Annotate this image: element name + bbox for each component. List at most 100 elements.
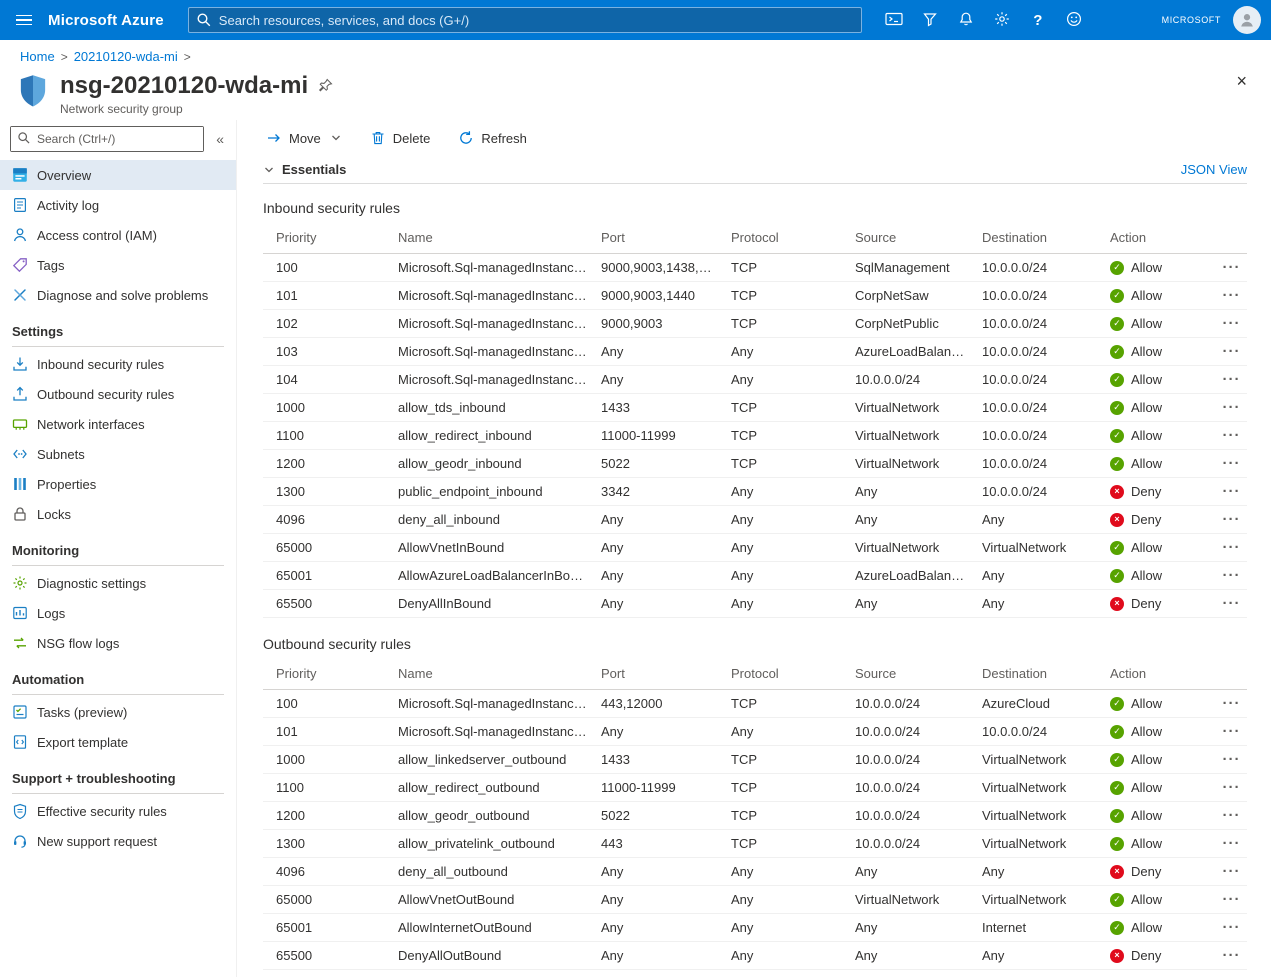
- cell-name[interactable]: deny_all_inbound: [385, 512, 588, 527]
- row-context-menu-button[interactable]: ···: [1217, 539, 1247, 556]
- outbound-rule-row[interactable]: 100 Microsoft.Sql-managedInstances_U... 44…: [263, 690, 1247, 718]
- azure-brand[interactable]: Microsoft Azure: [48, 12, 164, 29]
- outbound-rule-row[interactable]: 1100 allow_redirect_outbound 11000-11999 TC…: [263, 774, 1247, 802]
- sidebar-collapse-button[interactable]: «: [212, 131, 228, 147]
- sidebar-item-new-support-request[interactable]: New support request: [0, 826, 236, 856]
- row-context-menu-button[interactable]: ···: [1217, 511, 1247, 528]
- inbound-rule-row[interactable]: 65000 AllowVnetInBound Any Any VirtualNetwor…: [263, 534, 1247, 562]
- column-header-source[interactable]: Source: [842, 666, 969, 681]
- row-context-menu-button[interactable]: ···: [1217, 695, 1247, 712]
- outbound-rule-row[interactable]: 65500 DenyAllOutBound Any Any Any Any × Deny ···: [263, 942, 1247, 970]
- row-context-menu-button[interactable]: ···: [1217, 863, 1247, 880]
- row-context-menu-button[interactable]: ···: [1217, 315, 1247, 332]
- sidebar-item-locks[interactable]: Locks: [0, 499, 236, 529]
- column-header-action[interactable]: Action: [1097, 230, 1203, 245]
- row-context-menu-button[interactable]: ···: [1217, 751, 1247, 768]
- column-header-destination[interactable]: Destination: [969, 230, 1097, 245]
- column-header-priority[interactable]: Priority: [263, 230, 385, 245]
- cell-name[interactable]: allow_geodr_inbound: [385, 456, 588, 471]
- cell-name[interactable]: Microsoft.Sql-managedInstances_U...: [385, 288, 588, 303]
- inbound-rule-row[interactable]: 65500 DenyAllInBound Any Any Any Any × Deny ···: [263, 590, 1247, 618]
- sidebar-item-outbound-security-rules[interactable]: Outbound security rules: [0, 379, 236, 409]
- sidebar-item-nsg-flow-logs[interactable]: NSG flow logs: [0, 628, 236, 658]
- cell-name[interactable]: allow_redirect_inbound: [385, 428, 588, 443]
- sidebar-item-subnets[interactable]: Subnets: [0, 439, 236, 469]
- column-header-port[interactable]: Port: [588, 666, 718, 681]
- sidebar-item-effective-security-rules[interactable]: Effective security rules: [0, 796, 236, 826]
- outbound-rule-row[interactable]: 101 Microsoft.Sql-managedInstances_U... An…: [263, 718, 1247, 746]
- row-context-menu-button[interactable]: ···: [1217, 371, 1247, 388]
- row-context-menu-button[interactable]: ···: [1217, 287, 1247, 304]
- cell-name[interactable]: deny_all_outbound: [385, 864, 588, 879]
- cloud-shell-button[interactable]: [876, 0, 912, 40]
- cell-name[interactable]: allow_privatelink_outbound: [385, 836, 588, 851]
- breadcrumb-home[interactable]: Home: [20, 49, 55, 64]
- help-button[interactable]: ?: [1020, 0, 1056, 40]
- cell-name[interactable]: allow_redirect_outbound: [385, 780, 588, 795]
- cell-name[interactable]: Microsoft.Sql-managedInstances_U...: [385, 344, 588, 359]
- inbound-rule-row[interactable]: 1200 allow_geodr_inbound 5022 TCP VirtualNet…: [263, 450, 1247, 478]
- inbound-rule-row[interactable]: 102 Microsoft.Sql-managedInstances_U... 90…: [263, 310, 1247, 338]
- row-context-menu-button[interactable]: ···: [1217, 343, 1247, 360]
- cell-name[interactable]: AllowVnetOutBound: [385, 892, 588, 907]
- close-blade-button[interactable]: ×: [1236, 72, 1247, 90]
- cell-name[interactable]: public_endpoint_inbound: [385, 484, 588, 499]
- cell-name[interactable]: allow_linkedserver_outbound: [385, 752, 588, 767]
- portal-menu-button[interactable]: [0, 0, 48, 40]
- column-header-priority[interactable]: Priority: [263, 666, 385, 681]
- row-context-menu-button[interactable]: ···: [1217, 779, 1247, 796]
- cell-name[interactable]: Microsoft.Sql-managedInstances_U...: [385, 724, 588, 739]
- column-header-destination[interactable]: Destination: [969, 666, 1097, 681]
- row-context-menu-button[interactable]: ···: [1217, 567, 1247, 584]
- pin-button[interactable]: [318, 78, 333, 96]
- sidebar-item-logs[interactable]: Logs: [0, 598, 236, 628]
- outbound-rule-row[interactable]: 1300 allow_privatelink_outbound 443 TCP 10.0…: [263, 830, 1247, 858]
- column-header-port[interactable]: Port: [588, 230, 718, 245]
- sidebar-item-tasks-preview[interactable]: Tasks (preview): [0, 697, 236, 727]
- outbound-rule-row[interactable]: 65001 AllowInternetOutBound Any Any Any Inter…: [263, 914, 1247, 942]
- column-header-action[interactable]: Action: [1097, 666, 1203, 681]
- breadcrumb-resource[interactable]: 20210120-wda-mi: [74, 49, 178, 64]
- row-context-menu-button[interactable]: ···: [1217, 427, 1247, 444]
- inbound-rule-row[interactable]: 4096 deny_all_inbound Any Any Any Any × Deny ···: [263, 506, 1247, 534]
- row-context-menu-button[interactable]: ···: [1217, 807, 1247, 824]
- cell-name[interactable]: AllowInternetOutBound: [385, 920, 588, 935]
- sidebar-item-export-template[interactable]: Export template: [0, 727, 236, 757]
- column-header-source[interactable]: Source: [842, 230, 969, 245]
- row-context-menu-button[interactable]: ···: [1217, 259, 1247, 276]
- sidebar-item-properties[interactable]: Properties: [0, 469, 236, 499]
- outbound-rule-row[interactable]: 1200 allow_geodr_outbound 5022 TCP 10.0.0.0/…: [263, 802, 1247, 830]
- sidebar-item-activity-log[interactable]: Activity log: [0, 190, 236, 220]
- cell-name[interactable]: Microsoft.Sql-managedInstances_U...: [385, 372, 588, 387]
- cell-name[interactable]: AllowVnetInBound: [385, 540, 588, 555]
- json-view-link[interactable]: JSON View: [1181, 162, 1247, 177]
- row-context-menu-button[interactable]: ···: [1217, 595, 1247, 612]
- cell-name[interactable]: DenyAllOutBound: [385, 948, 588, 963]
- row-context-menu-button[interactable]: ···: [1217, 399, 1247, 416]
- refresh-button[interactable]: Refresh: [449, 125, 536, 151]
- cell-name[interactable]: Microsoft.Sql-managedInstances_U...: [385, 316, 588, 331]
- sidebar-item-network-interfaces[interactable]: Network interfaces: [0, 409, 236, 439]
- row-context-menu-button[interactable]: ···: [1217, 483, 1247, 500]
- sidebar-item-tags[interactable]: Tags: [0, 250, 236, 280]
- column-header-protocol[interactable]: Protocol: [718, 230, 842, 245]
- feedback-button[interactable]: [1056, 0, 1092, 40]
- essentials-header[interactable]: Essentials JSON View: [263, 156, 1247, 184]
- outbound-rule-row[interactable]: 1000 allow_linkedserver_outbound 1433 TCP 10…: [263, 746, 1247, 774]
- row-context-menu-button[interactable]: ···: [1217, 891, 1247, 908]
- row-context-menu-button[interactable]: ···: [1217, 919, 1247, 936]
- inbound-rule-row[interactable]: 1300 public_endpoint_inbound 3342 Any Any 10.…: [263, 478, 1247, 506]
- inbound-rule-row[interactable]: 65001 AllowAzureLoadBalancerInBound Any Any…: [263, 562, 1247, 590]
- sidebar-item-overview[interactable]: Overview: [0, 160, 236, 190]
- sidebar-item-inbound-security-rules[interactable]: Inbound security rules: [0, 349, 236, 379]
- inbound-rule-row[interactable]: 1000 allow_tds_inbound 1433 TCP VirtualNetwo…: [263, 394, 1247, 422]
- settings-button[interactable]: [984, 0, 1020, 40]
- row-context-menu-button[interactable]: ···: [1217, 455, 1247, 472]
- cell-name[interactable]: allow_geodr_outbound: [385, 808, 588, 823]
- row-context-menu-button[interactable]: ···: [1217, 947, 1247, 964]
- sidebar-item-access-control-iam[interactable]: Access control (IAM): [0, 220, 236, 250]
- account-area[interactable]: MICROSOFT: [1162, 6, 1271, 34]
- sidebar-item-diagnose-and-solve-problems[interactable]: Diagnose and solve problems: [0, 280, 236, 310]
- delete-button[interactable]: Delete: [361, 125, 440, 151]
- cell-name[interactable]: Microsoft.Sql-managedInstances_U...: [385, 260, 588, 275]
